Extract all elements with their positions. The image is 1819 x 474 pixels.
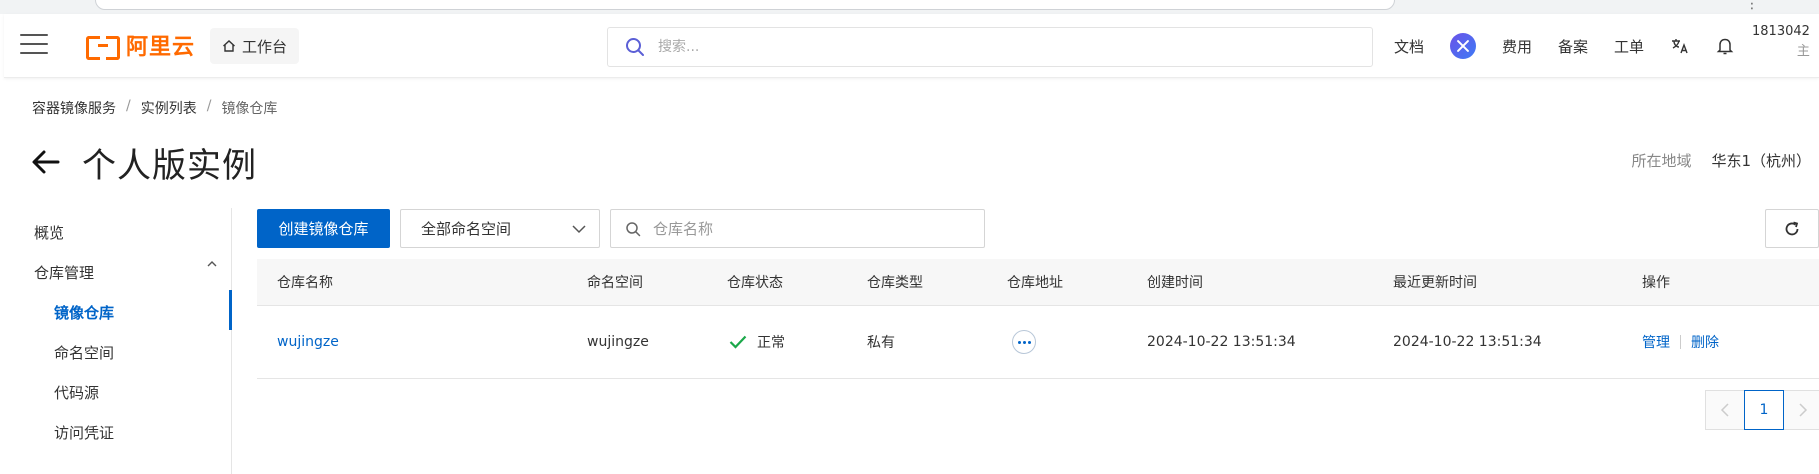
column-header-updated: 最近更新时间: [1393, 275, 1477, 291]
column-header-address: 仓库地址: [1007, 275, 1063, 291]
column-header-created: 创建时间: [1147, 275, 1203, 291]
browser-more-icon[interactable]: ⋮: [1745, 0, 1759, 12]
page-number-current[interactable]: 1: [1744, 390, 1784, 430]
page-title: 个人版实例: [82, 146, 257, 186]
column-header-namespace: 命名空间: [587, 275, 643, 291]
delete-link[interactable]: 删除: [1691, 332, 1719, 352]
repo-name-link[interactable]: wujingze: [277, 306, 339, 378]
table-row: wujingze wujingze 正常 私有 2024-10-22 13:51…: [257, 306, 1819, 379]
sidebar-group-repo-management[interactable]: 仓库管理: [34, 262, 94, 283]
next-page-button[interactable]: [1783, 390, 1819, 430]
chevron-left-icon: [1720, 403, 1729, 417]
sidebar-item-namespaces[interactable]: 命名空间: [54, 342, 114, 363]
check-icon: [729, 335, 747, 349]
refresh-icon: [1785, 221, 1799, 235]
repo-address: [1012, 306, 1036, 378]
sidebar: 概览 仓库管理 镜像仓库 命名空间 代码源 访问凭证: [0, 208, 232, 474]
prev-page-button[interactable]: [1705, 390, 1745, 430]
ai-assistant-icon[interactable]: [1450, 33, 1477, 59]
global-search-input[interactable]: [656, 38, 1336, 56]
repo-updated-time: 2024-10-22 13:51:34: [1393, 334, 1542, 350]
user-role: 主: [1796, 44, 1810, 59]
repo-search[interactable]: [610, 209, 985, 248]
repo-status: 正常: [729, 306, 785, 378]
browser-strip: ⋮: [0, 0, 1819, 14]
namespace-select-value: 全部命名空间: [421, 220, 512, 238]
sidebar-item-image-repos[interactable]: 镜像仓库: [54, 302, 114, 323]
region-info: 所在地域 华东1（杭州）: [1631, 150, 1811, 171]
breadcrumb-current: 镜像仓库: [221, 101, 278, 117]
breadcrumb: 容器镜像服务 / 实例列表 / 镜像仓库: [32, 98, 277, 118]
repo-namespace: wujingze: [587, 334, 649, 350]
chevron-right-icon: [1799, 403, 1808, 417]
repo-search-input[interactable]: [651, 218, 951, 239]
repo-created-time: 2024-10-22 13:51:34: [1147, 334, 1296, 350]
user-account[interactable]: 1813042 主: [1752, 22, 1810, 62]
home-icon: [223, 40, 235, 52]
aliyun-logo-icon: [86, 34, 120, 60]
column-header-type: 仓库类型: [867, 275, 923, 291]
search-icon: [626, 221, 641, 236]
menu-icon[interactable]: [20, 34, 48, 56]
breadcrumb-separator: /: [126, 98, 131, 114]
logo-text: 阿里云: [126, 35, 196, 60]
nav-tickets[interactable]: 工单: [1614, 36, 1644, 57]
aliyun-logo[interactable]: 阿里云: [86, 32, 196, 60]
chevron-down-icon: [572, 224, 586, 233]
repo-status-text: 正常: [757, 335, 785, 351]
back-arrow-icon[interactable]: [30, 146, 62, 178]
workbench-button[interactable]: 工作台: [210, 28, 300, 64]
sidebar-item-overview[interactable]: 概览: [34, 222, 64, 243]
nav-docs[interactable]: 文档: [1394, 36, 1424, 57]
nav-filing[interactable]: 备案: [1558, 36, 1588, 57]
top-navigation-bar: 阿里云 工作台 文档 费用 备案 工单 1813042 主: [4, 14, 1819, 78]
repo-type: 私有: [867, 335, 895, 351]
pagination: 1: [1705, 390, 1819, 430]
region-label: 所在地域: [1631, 152, 1692, 170]
sidebar-item-access-credentials[interactable]: 访问凭证: [54, 422, 114, 443]
more-dots-icon[interactable]: [1012, 330, 1036, 354]
sidebar-item-code-source[interactable]: 代码源: [54, 382, 99, 403]
column-header-repo-name: 仓库名称: [277, 275, 333, 291]
workbench-label: 工作台: [242, 37, 288, 56]
search-icon: [626, 38, 644, 56]
browser-address-bar[interactable]: [95, 0, 1395, 10]
bell-icon[interactable]: [1716, 36, 1734, 56]
breadcrumb-cr-service[interactable]: 容器镜像服务: [32, 98, 116, 118]
region-value[interactable]: 华东1（杭州）: [1711, 150, 1811, 171]
column-header-actions: 操作: [1642, 275, 1670, 291]
repo-actions: 管理 删除: [1642, 306, 1719, 378]
namespace-select[interactable]: 全部命名空间: [400, 209, 600, 248]
global-search[interactable]: [607, 27, 1373, 67]
refresh-button[interactable]: [1765, 209, 1819, 248]
repo-table-header: 仓库名称 命名空间 仓库状态 仓库类型 仓库地址 创建时间 最近更新时间 操作: [257, 259, 1819, 306]
column-header-status: 仓库状态: [727, 275, 783, 291]
action-divider: [1680, 335, 1681, 349]
create-repo-button[interactable]: 创建镜像仓库: [257, 209, 390, 248]
chevron-up-icon[interactable]: [206, 258, 218, 270]
manage-link[interactable]: 管理: [1642, 332, 1670, 352]
breadcrumb-separator: /: [206, 98, 212, 114]
nav-fees[interactable]: 费用: [1502, 36, 1532, 57]
language-icon[interactable]: [1670, 36, 1690, 56]
header-right-nav: 文档 费用 备案 工单: [1394, 14, 1760, 78]
breadcrumb-instance-list[interactable]: 实例列表: [141, 98, 197, 118]
user-id: 1813042: [1752, 24, 1810, 39]
sidebar-active-indicator: [229, 290, 232, 330]
